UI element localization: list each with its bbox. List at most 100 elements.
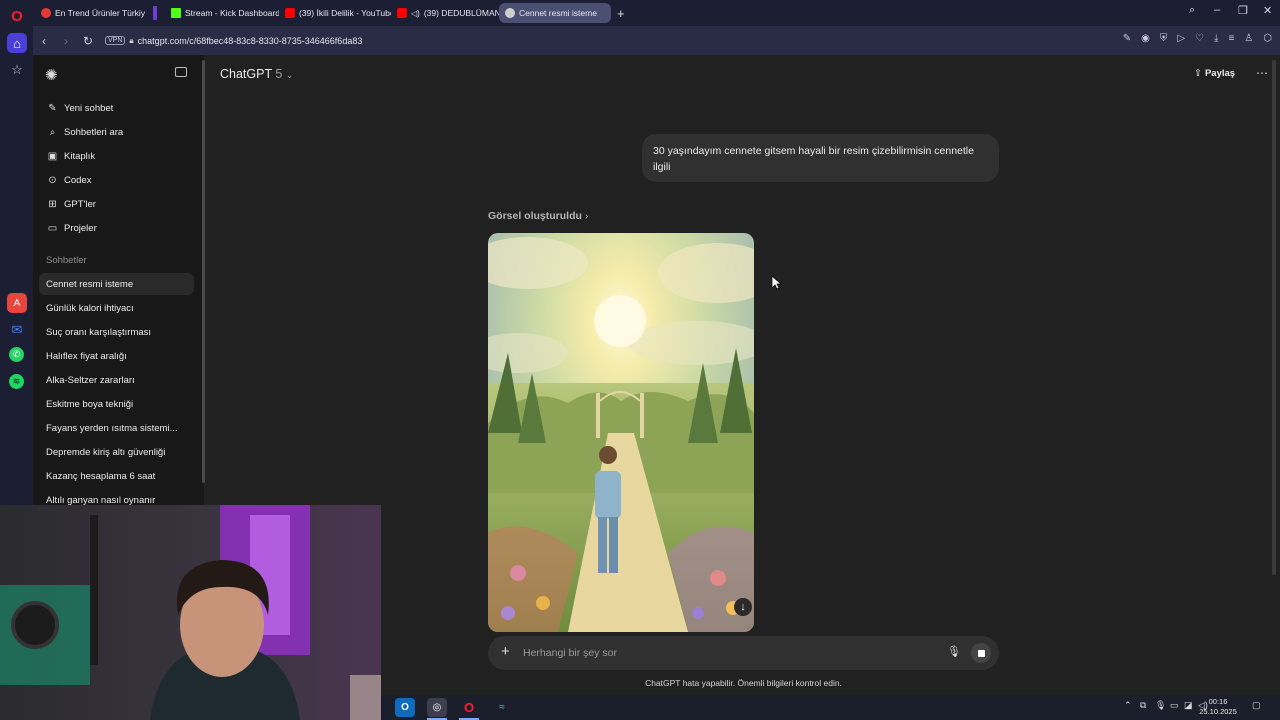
- share-button[interactable]: ⇪ Paylaş: [1194, 68, 1235, 79]
- share-label: Paylaş: [1204, 68, 1236, 79]
- tray-chevron-icon[interactable]: ⌃: [1124, 700, 1132, 711]
- model-selector[interactable]: ChatGPT 5 ⌄: [220, 67, 293, 81]
- minimize-icon[interactable]: –: [1214, 4, 1220, 16]
- sidebar-scrollbar[interactable]: [202, 60, 205, 483]
- tab-label: Cennet resmi isteme: [519, 8, 597, 18]
- address-tools: ✎ ◉ ⛨ ▷ ♡ ⤓ ≡ ♙ ⬡: [1123, 33, 1272, 44]
- tab-label: (39) İkili Delilik - YouTube: [299, 8, 391, 18]
- search-tabs-icon[interactable]: ⌕: [1189, 4, 1195, 17]
- tab-bar: En Trend Ürünler Türkiye'de Stream - Kic…: [33, 0, 1280, 26]
- chat-item[interactable]: Eskitme boya tekniği: [39, 393, 194, 415]
- tab-label: (39) DEDUBLÜMAN- D: [423, 8, 499, 18]
- main-scrollbar[interactable]: [1272, 60, 1276, 575]
- chats-section-label: Sohbetler: [46, 255, 87, 266]
- aria-icon[interactable]: A: [7, 293, 27, 313]
- stop-icon: [977, 649, 985, 657]
- add-attachment-icon[interactable]: +: [501, 643, 510, 660]
- chat-sidebar: ✺ ✎ Yeni sohbet ⌕ Sohbetleri ara ▣ Kitaplık…: [33, 55, 204, 505]
- tab-trend[interactable]: En Trend Ürünler Türkiye'de: [35, 3, 145, 23]
- edit-icon[interactable]: ✎: [1123, 33, 1131, 44]
- codex-icon: ⊙: [48, 174, 57, 186]
- reload-icon[interactable]: ↻: [77, 34, 99, 48]
- microphone-icon[interactable]: 🎙︎: [947, 645, 961, 658]
- search-icon: ⌕: [49, 126, 56, 138]
- vpn-badge[interactable]: VPN: [105, 36, 126, 45]
- tray-battery-icon[interactable]: ▭: [1170, 700, 1179, 711]
- sidebar-toggle-icon[interactable]: [175, 67, 187, 77]
- new-chat-icon: ✎: [48, 102, 57, 114]
- model-version: 5: [275, 67, 283, 81]
- sidebar-item-new-chat[interactable]: ✎ Yeni sohbet: [41, 97, 194, 119]
- outlook-icon[interactable]: O: [395, 698, 415, 717]
- tab-label: Stream - Kick Dashboard: [185, 8, 279, 18]
- tab-kick-pin[interactable]: [145, 3, 165, 23]
- taskbar-clock[interactable]: 00:16 25.10.2025: [1198, 697, 1238, 717]
- app-taskbar-icon[interactable]: ≈: [492, 698, 512, 717]
- chat-item[interactable]: Cennet resmi isteme: [39, 273, 194, 295]
- star-icon[interactable]: ☆: [7, 60, 27, 80]
- home-icon[interactable]: ⌂: [7, 33, 27, 53]
- address-bar: ‹ › ↻ VPN 🔒︎ chatgpt.com/c/68fbec48-83c8…: [33, 26, 1280, 55]
- page-title: ChatGPT: [220, 67, 272, 81]
- menu-icon[interactable]: ≡: [1228, 33, 1234, 44]
- obs-icon[interactable]: ◎: [427, 698, 447, 717]
- back-icon[interactable]: ‹: [33, 34, 55, 48]
- chat-item[interactable]: Kazanç hesaplama 6 saat: [39, 465, 194, 487]
- clock-time: 00:16: [1208, 697, 1228, 706]
- close-window-icon[interactable]: ✕: [1263, 4, 1272, 17]
- tab-youtube-1[interactable]: (39) İkili Delilik - YouTube: [279, 3, 391, 23]
- extensions-icon[interactable]: ⬡: [1263, 33, 1272, 44]
- more-options-icon[interactable]: ⋯: [1256, 66, 1268, 80]
- sidebar-item-gpts[interactable]: ⊞ GPT'ler: [41, 193, 194, 215]
- chat-item[interactable]: Altılı ganyan nasıl oynanır: [39, 489, 194, 506]
- share-icon: ⇪: [1194, 68, 1202, 79]
- sidebar-item-search[interactable]: ⌕ Sohbetleri ara: [41, 121, 194, 143]
- image-generated-label[interactable]: Görsel oluşturuldu ›: [488, 210, 588, 222]
- tray-network-icon[interactable]: ◪: [1184, 700, 1193, 711]
- whatsapp-icon[interactable]: ✆: [9, 347, 24, 362]
- sidebar-item-library[interactable]: ▣ Kitaplık: [41, 145, 194, 167]
- chat-item[interactable]: Alka-Seltzer zararları: [39, 369, 194, 391]
- chevron-down-icon: ⌄: [285, 70, 294, 80]
- chat-item[interactable]: Günlük kalori ihtiyacı: [39, 297, 194, 319]
- tab-chatgpt[interactable]: Cennet resmi isteme: [499, 3, 611, 23]
- tab-kick-dashboard[interactable]: Stream - Kick Dashboard: [165, 3, 279, 23]
- youtube-icon: [285, 8, 295, 18]
- taskbar: O ◎ O ≈ ⌃ ⧉ 🎙︎ ▭ ◪ ◁) ▢: [381, 695, 1280, 720]
- sidebar-item-projects[interactable]: ▭ Projeler: [41, 217, 194, 239]
- message-composer[interactable]: + Herhangi bir şey sor 🎙︎: [488, 636, 999, 670]
- play-icon[interactable]: ▷: [1177, 33, 1185, 44]
- spotify-icon[interactable]: ≋: [9, 374, 24, 389]
- chat-item[interactable]: Suç oranı karşılaştırması: [39, 321, 194, 343]
- opera-taskbar-icon[interactable]: O: [459, 698, 479, 717]
- opera-logo-icon[interactable]: O: [7, 6, 27, 26]
- url-field[interactable]: chatgpt.com/c/68fbec48-83c8-8330-8735-34…: [138, 36, 363, 46]
- forward-icon[interactable]: ›: [55, 34, 77, 48]
- chat-item[interactable]: Depremde kiriş altı güvenliği: [39, 441, 194, 463]
- restore-icon[interactable]: ❐: [1238, 4, 1248, 17]
- kick-icon: [171, 8, 181, 18]
- download-icon[interactable]: ⤓: [1214, 33, 1218, 44]
- messenger-icon[interactable]: ✉: [7, 320, 27, 340]
- notification-icon[interactable]: ▢: [1252, 700, 1261, 711]
- youtube-icon: [397, 8, 407, 18]
- speaker-icon: ◁): [411, 8, 420, 18]
- heart-icon[interactable]: ♡: [1195, 33, 1204, 44]
- openai-logo-icon[interactable]: ✺: [45, 66, 58, 84]
- tray-mic-icon[interactable]: 🎙︎: [1155, 700, 1166, 711]
- tray-app-icon[interactable]: ⧉: [1140, 700, 1146, 711]
- stop-generating-button[interactable]: [971, 643, 991, 663]
- new-tab-button[interactable]: +: [611, 3, 631, 23]
- prompt-input[interactable]: Herhangi bir şey sor: [523, 647, 617, 659]
- camera-icon[interactable]: ◉: [1141, 33, 1150, 44]
- sidebar-item-codex[interactable]: ⊙ Codex: [41, 169, 194, 191]
- profile-icon[interactable]: ♙: [1244, 33, 1253, 44]
- chat-item[interactable]: Halıflex fiyat aralığı: [39, 345, 194, 367]
- sidebar-item-label: Projeler: [64, 222, 97, 234]
- chat-item[interactable]: Fayans yerden ısıtma sistemi...: [39, 417, 194, 439]
- generated-image[interactable]: [488, 233, 754, 632]
- sidebar-item-label: Sohbetleri ara: [64, 126, 124, 138]
- shield-icon[interactable]: ⛨: [1160, 33, 1168, 44]
- download-image-button[interactable]: ↓: [734, 598, 752, 616]
- tab-youtube-2[interactable]: ◁) (39) DEDUBLÜMAN- D: [391, 3, 499, 23]
